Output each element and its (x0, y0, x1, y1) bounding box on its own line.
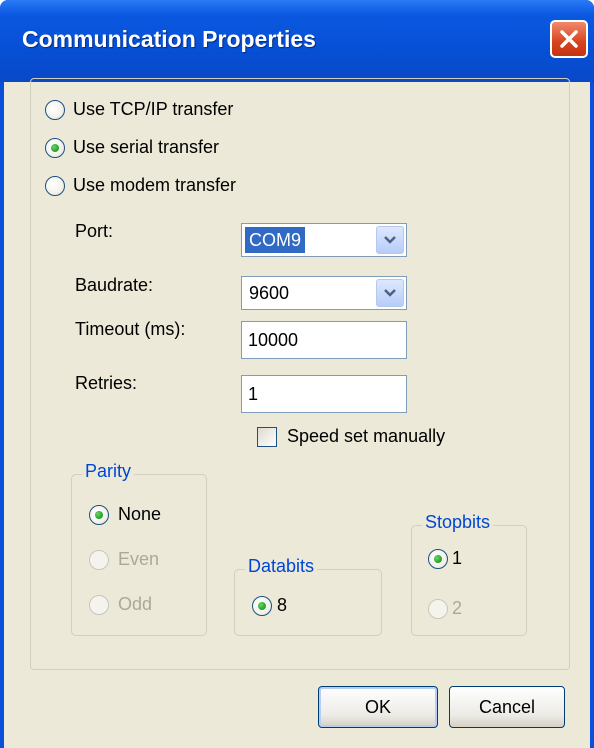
port-dropdown-button[interactable] (376, 226, 404, 254)
stopbits-2-label: 2 (452, 598, 463, 618)
serial-radio[interactable] (45, 138, 65, 158)
stopbits-1-radio[interactable] (428, 549, 448, 569)
stopbits-1-label: 1 (452, 548, 463, 568)
retries-input[interactable]: 1 (241, 375, 407, 413)
window-border-left (0, 82, 4, 748)
tcpip-radio[interactable] (45, 100, 65, 120)
close-icon (560, 30, 578, 48)
chevron-down-icon (384, 289, 396, 297)
parity-group: Parity None Even Odd (71, 461, 207, 636)
parity-odd-label: Odd (118, 594, 153, 614)
timeout-label: Timeout (ms): (75, 319, 186, 339)
baudrate-label: Baudrate: (75, 275, 154, 295)
speed-manual-label: Speed set manually (287, 426, 446, 446)
retries-value: 1 (248, 384, 259, 404)
stopbits-group: Stopbits 1 2 (411, 512, 527, 636)
databits-8-radio[interactable] (252, 596, 272, 616)
tcpip-label: Use TCP/IP transfer (73, 99, 234, 119)
window-title: Communication Properties (22, 26, 316, 52)
close-button[interactable] (550, 20, 588, 58)
speed-manual-checkbox[interactable] (257, 427, 277, 447)
port-value: COM9 (245, 227, 306, 253)
baudrate-dropdown-button[interactable] (376, 279, 404, 307)
port-select[interactable]: COM9 (241, 223, 407, 257)
window-border-right (590, 82, 594, 748)
timeout-input[interactable]: 10000 (241, 321, 407, 359)
databits-8-label: 8 (277, 595, 288, 615)
modem-radio[interactable] (45, 176, 65, 196)
serial-label: Use serial transfer (73, 137, 220, 157)
parity-none-label: None (118, 504, 162, 524)
stopbits-2-radio[interactable] (428, 599, 448, 619)
ok-button[interactable]: OK (318, 686, 438, 728)
baudrate-select[interactable]: 9600 (241, 276, 407, 310)
chevron-down-icon (384, 236, 396, 244)
cancel-button[interactable]: Cancel (449, 686, 565, 728)
dialog-window: Communication Properties Use TCP/IP tran… (0, 0, 594, 748)
stopbits-group-title: Stopbits (422, 512, 494, 533)
retries-label: Retries: (75, 373, 138, 393)
parity-even-radio[interactable] (89, 550, 109, 570)
dialog-client-area: Use TCP/IP transfer Use serial transfer … (4, 78, 590, 748)
title-bar[interactable]: Communication Properties (0, 0, 594, 82)
databits-group-title: Databits (245, 556, 318, 577)
parity-even-label: Even (118, 549, 160, 569)
databits-group: Databits 8 (234, 556, 382, 636)
settings-panel: Use TCP/IP transfer Use serial transfer … (30, 78, 570, 670)
baudrate-value: 9600 (249, 283, 290, 303)
parity-group-title: Parity (82, 461, 135, 482)
parity-none-radio[interactable] (89, 505, 109, 525)
parity-odd-radio[interactable] (89, 595, 109, 615)
modem-label: Use modem transfer (73, 175, 237, 195)
port-label: Port: (75, 221, 114, 241)
timeout-value: 10000 (248, 330, 299, 350)
